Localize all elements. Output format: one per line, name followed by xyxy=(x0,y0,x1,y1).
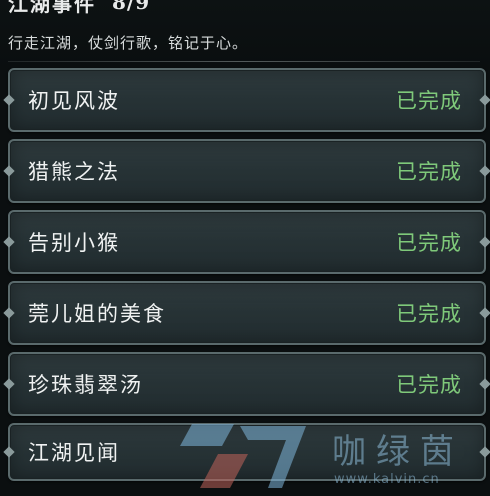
event-count: 8/9 xyxy=(112,0,151,14)
event-item[interactable]: 珍珠翡翠汤 已完成 xyxy=(8,352,486,416)
event-item[interactable]: 告别小猴 已完成 xyxy=(8,210,486,274)
event-name: 告别小猴 xyxy=(28,231,120,255)
event-status: 已完成 xyxy=(396,302,462,326)
event-name: 初见风波 xyxy=(28,89,120,113)
event-item[interactable]: 初见风波 已完成 xyxy=(8,68,486,132)
event-item[interactable]: 莞儿姐的美食 已完成 xyxy=(8,281,486,345)
event-name: 江湖见闻 xyxy=(28,441,120,465)
event-status: 已完成 xyxy=(396,231,462,255)
event-name: 莞儿姐的美食 xyxy=(28,302,166,326)
header: 江湖事件 8/9 行走江湖，仗剑行歌，铭记于心。 xyxy=(0,0,490,70)
header-divider xyxy=(8,61,480,62)
event-status: 已完成 xyxy=(396,373,462,397)
event-status: 已完成 xyxy=(396,89,462,113)
event-item[interactable]: 江湖见闻 xyxy=(8,423,486,481)
event-name: 珍珠翡翠汤 xyxy=(28,373,143,397)
event-name: 猎熊之法 xyxy=(28,160,120,184)
page-subtitle: 行走江湖，仗剑行歌，铭记于心。 xyxy=(8,34,249,52)
event-item[interactable]: 猎熊之法 已完成 xyxy=(8,139,486,203)
page-title: 江湖事件 xyxy=(8,0,96,16)
event-list: 初见风波 已完成 猎熊之法 已完成 告别小猴 已完成 莞儿姐的美食 已完成 珍珠… xyxy=(8,68,486,481)
event-status: 已完成 xyxy=(396,160,462,184)
title-row: 江湖事件 8/9 xyxy=(8,0,150,16)
